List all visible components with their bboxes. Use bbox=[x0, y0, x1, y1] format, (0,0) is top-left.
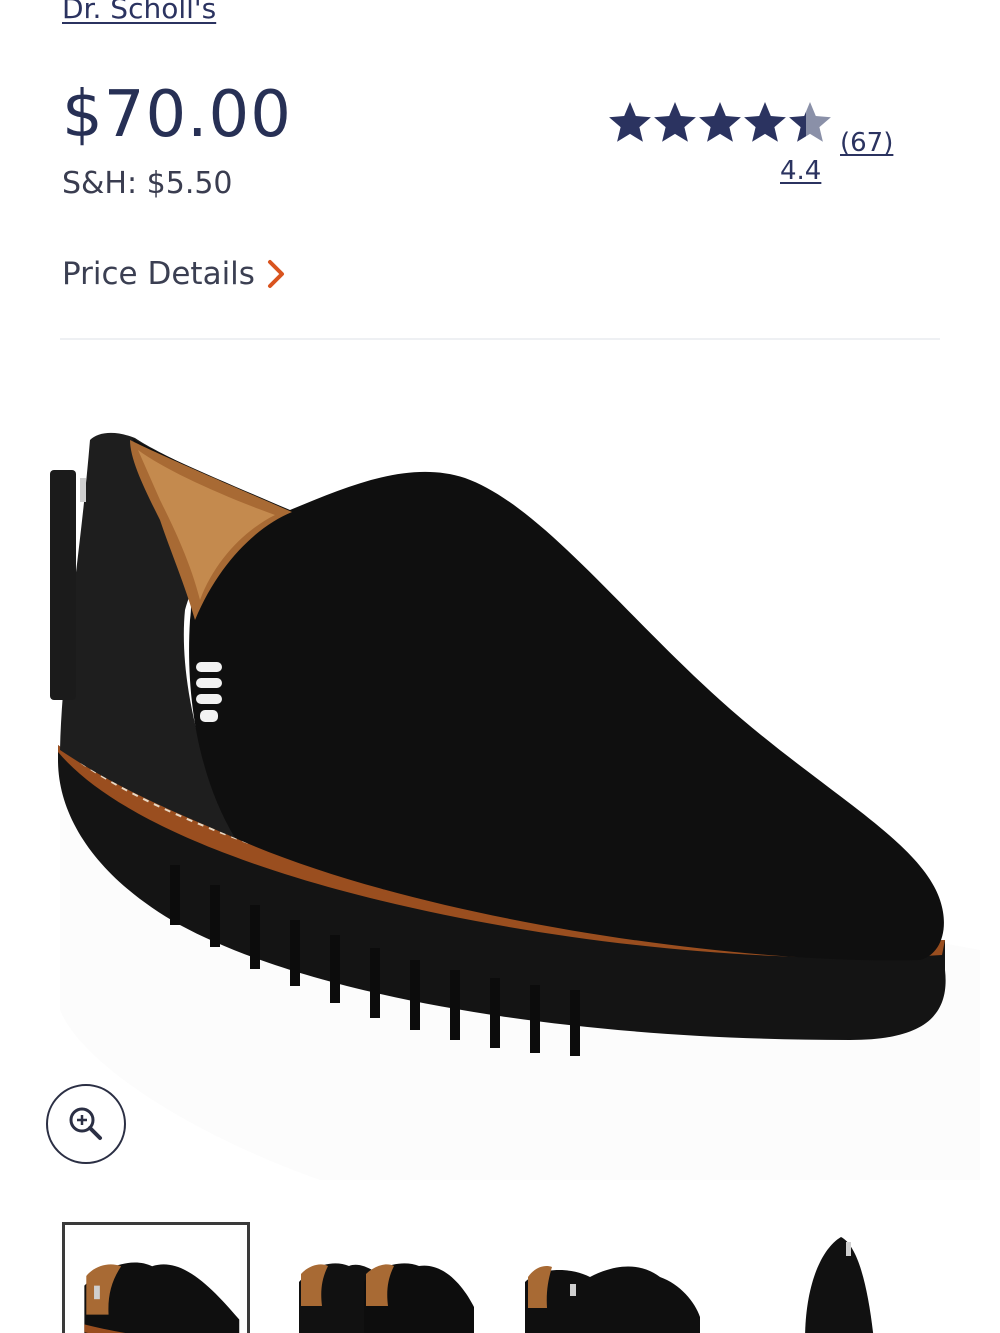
star-icon bbox=[789, 102, 831, 142]
thumbnail-strip bbox=[62, 1222, 962, 1333]
star-icon bbox=[654, 102, 696, 142]
chevron-right-icon bbox=[267, 260, 284, 288]
price-details-label: Price Details bbox=[62, 256, 255, 292]
zoom-button[interactable] bbox=[46, 1084, 126, 1164]
star-icon bbox=[609, 102, 651, 142]
product-image-main[interactable] bbox=[20, 360, 980, 1180]
thumbnail-image bbox=[805, 1237, 874, 1333]
product-price: $70.00 bbox=[62, 78, 292, 152]
thumbnail-1[interactable] bbox=[62, 1222, 250, 1333]
thumbnail-3[interactable] bbox=[520, 1222, 708, 1333]
shoe-image bbox=[50, 432, 980, 1180]
thumbnail-image bbox=[84, 1262, 240, 1333]
thumbnail-4[interactable] bbox=[746, 1222, 934, 1333]
star-icon bbox=[744, 102, 786, 142]
brand-link[interactable]: Dr. Scholl's bbox=[62, 0, 216, 25]
rating-value: 4.4 bbox=[780, 156, 822, 186]
rating-stars bbox=[609, 102, 831, 142]
thumbnail-image bbox=[525, 1266, 700, 1333]
section-divider bbox=[60, 338, 940, 340]
zoom-in-icon bbox=[69, 1107, 102, 1140]
product-page: Dr. Scholl's $70.00 S&H: $5.50 (67) 4.4 … bbox=[0, 0, 1000, 1333]
star-icon bbox=[699, 102, 741, 142]
shipping-cost: S&H: $5.50 bbox=[62, 166, 233, 201]
thumbnail-2[interactable] bbox=[294, 1222, 482, 1333]
thumbnail-image bbox=[299, 1263, 474, 1333]
review-count-link[interactable]: (67) bbox=[840, 128, 893, 158]
price-details-link[interactable]: Price Details bbox=[62, 256, 287, 292]
rating-summary[interactable]: (67) 4.4 bbox=[608, 98, 908, 198]
